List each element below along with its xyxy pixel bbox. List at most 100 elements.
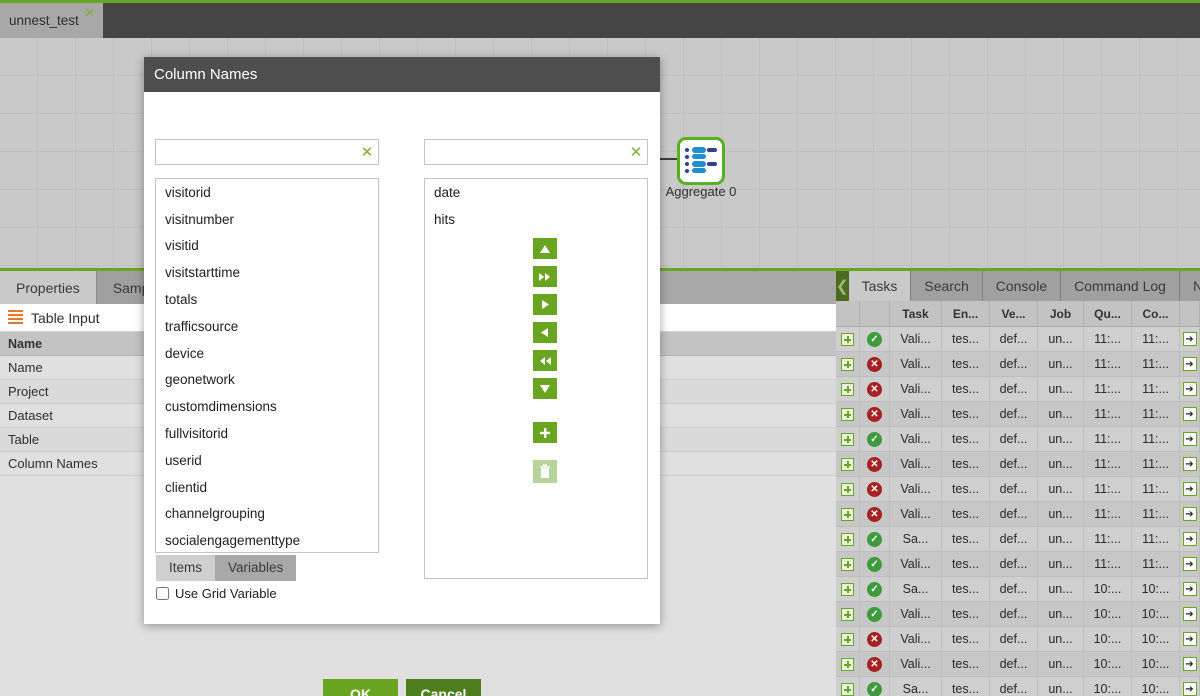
cell-action[interactable]: ➔ xyxy=(1180,452,1200,476)
canvas-node-aggregate[interactable] xyxy=(677,137,725,185)
cell-expand[interactable] xyxy=(836,402,860,426)
cell-expand[interactable] xyxy=(836,677,860,696)
available-search-input[interactable] xyxy=(156,140,356,164)
cell-expand[interactable] xyxy=(836,602,860,626)
go-to-task-icon[interactable]: ➔ xyxy=(1182,632,1197,646)
list-item[interactable]: totals xyxy=(156,286,378,313)
move-right-icon[interactable] xyxy=(533,294,557,315)
expand-row-icon[interactable] xyxy=(841,357,854,371)
document-tab-unnest-test[interactable]: unnest_test ✕ xyxy=(0,3,103,38)
cell-action[interactable]: ➔ xyxy=(1180,652,1200,676)
cell-action[interactable]: ➔ xyxy=(1180,602,1200,626)
cell-expand[interactable] xyxy=(836,352,860,376)
close-icon[interactable]: ✕ xyxy=(84,6,95,19)
use-grid-variable-checkbox[interactable] xyxy=(156,587,169,600)
cell-action[interactable]: ➔ xyxy=(1180,552,1200,576)
tab-command-log[interactable]: Command Log xyxy=(1061,271,1180,301)
tab-notices[interactable]: No xyxy=(1179,271,1200,301)
cell-action[interactable]: ➔ xyxy=(1180,502,1200,526)
cell-expand[interactable] xyxy=(836,327,860,351)
column-header-job[interactable]: Job xyxy=(1038,301,1084,326)
tab-console[interactable]: Console xyxy=(982,271,1062,301)
table-row[interactable]: ✕ Vali... tes... def... un... 11:... 11:... ➔ xyxy=(836,352,1200,377)
cell-expand[interactable] xyxy=(836,452,860,476)
tab-search[interactable]: Search xyxy=(911,271,983,301)
cell-action[interactable]: ➔ xyxy=(1180,627,1200,651)
column-header-task[interactable]: Task xyxy=(890,301,942,326)
list-item[interactable]: device xyxy=(156,340,378,367)
expand-row-icon[interactable] xyxy=(841,682,854,696)
cell-action[interactable]: ➔ xyxy=(1180,327,1200,351)
table-row[interactable]: ✓ Vali... tes... def... un... 11:... 11:... ➔ xyxy=(836,427,1200,452)
cell-action[interactable]: ➔ xyxy=(1180,352,1200,376)
table-row[interactable]: ✕ Vali... tes... def... un... 11:... 11:... ➔ xyxy=(836,452,1200,477)
list-item[interactable]: geonetwork xyxy=(156,367,378,394)
cell-expand[interactable] xyxy=(836,627,860,651)
table-row[interactable]: ✕ Vali... tes... def... un... 11:... 11:... ➔ xyxy=(836,402,1200,427)
cell-expand[interactable] xyxy=(836,377,860,401)
cell-expand[interactable] xyxy=(836,652,860,676)
cell-action[interactable]: ➔ xyxy=(1180,677,1200,696)
table-row[interactable]: ✓ Vali... tes... def... un... 11:... 11:... ➔ xyxy=(836,327,1200,352)
expand-row-icon[interactable] xyxy=(841,482,854,496)
clear-icon[interactable]: ✕ xyxy=(625,143,647,161)
cell-expand[interactable] xyxy=(836,427,860,451)
cell-action[interactable]: ➔ xyxy=(1180,577,1200,601)
go-to-task-icon[interactable]: ➔ xyxy=(1182,382,1197,396)
go-to-task-icon[interactable]: ➔ xyxy=(1182,657,1197,671)
cell-action[interactable]: ➔ xyxy=(1180,527,1200,551)
add-item-button[interactable] xyxy=(533,422,557,443)
list-item[interactable]: channelgrouping xyxy=(156,501,378,528)
use-grid-variable-row[interactable]: Use Grid Variable xyxy=(156,586,277,601)
tab-properties[interactable]: Properties xyxy=(0,271,97,304)
expand-row-icon[interactable] xyxy=(841,507,854,521)
cancel-button[interactable]: Cancel xyxy=(406,679,481,696)
table-row[interactable]: ✓ Sa... tes... def... un... 10:... 10:... ➔ xyxy=(836,677,1200,696)
go-to-task-icon[interactable]: ➔ xyxy=(1182,607,1197,621)
go-to-task-icon[interactable]: ➔ xyxy=(1182,407,1197,421)
list-item[interactable]: visitstarttime xyxy=(156,259,378,286)
table-row[interactable]: ✕ Vali... tes... def... un... 11:... 11:... ➔ xyxy=(836,477,1200,502)
tab-tasks[interactable]: Tasks xyxy=(848,271,912,301)
move-left-icon[interactable] xyxy=(533,322,557,343)
list-item[interactable]: visitid xyxy=(156,233,378,260)
cell-action[interactable]: ➔ xyxy=(1180,427,1200,451)
selected-search-input[interactable] xyxy=(425,140,625,164)
go-to-task-icon[interactable]: ➔ xyxy=(1182,682,1197,696)
list-item[interactable]: trafficsource xyxy=(156,313,378,340)
expand-row-icon[interactable] xyxy=(841,457,854,471)
go-to-task-icon[interactable]: ➔ xyxy=(1182,432,1197,446)
expand-row-icon[interactable] xyxy=(841,432,854,446)
cell-action[interactable]: ➔ xyxy=(1180,477,1200,501)
table-row[interactable]: ✓ Vali... tes... def... un... 11:... 11:... ➔ xyxy=(836,552,1200,577)
cell-expand[interactable] xyxy=(836,502,860,526)
go-to-task-icon[interactable]: ➔ xyxy=(1182,532,1197,546)
table-row[interactable]: ✓ Sa... tes... def... un... 11:... 11:... ➔ xyxy=(836,527,1200,552)
expand-row-icon[interactable] xyxy=(841,382,854,396)
list-item[interactable]: socialengagementtype xyxy=(156,527,378,552)
table-row[interactable]: ✓ Sa... tes... def... un... 10:... 10:... ➔ xyxy=(836,577,1200,602)
column-header-completed[interactable]: Co... xyxy=(1132,301,1180,326)
go-to-task-icon[interactable]: ➔ xyxy=(1182,457,1197,471)
cell-expand[interactable] xyxy=(836,527,860,551)
column-header-version[interactable]: Ve... xyxy=(990,301,1038,326)
table-row[interactable]: ✕ Vali... tes... def... un... 10:... 10:... ➔ xyxy=(836,652,1200,677)
move-up-icon[interactable] xyxy=(533,238,557,259)
expand-row-icon[interactable] xyxy=(841,582,854,596)
cell-expand[interactable] xyxy=(836,552,860,576)
cell-expand[interactable] xyxy=(836,577,860,601)
chevron-left-icon[interactable]: ❮ xyxy=(836,271,849,301)
cell-expand[interactable] xyxy=(836,477,860,501)
list-item[interactable]: clientid xyxy=(156,474,378,501)
table-row[interactable]: ✕ Vali... tes... def... un... 11:... 11:... ➔ xyxy=(836,377,1200,402)
table-row[interactable]: ✕ Vali... tes... def... un... 10:... 10:... ➔ xyxy=(836,627,1200,652)
go-to-task-icon[interactable]: ➔ xyxy=(1182,332,1197,346)
go-to-task-icon[interactable]: ➔ xyxy=(1182,357,1197,371)
list-item[interactable]: date xyxy=(425,179,647,206)
list-item[interactable]: hits xyxy=(425,206,647,233)
list-item[interactable]: customdimensions xyxy=(156,393,378,420)
expand-row-icon[interactable] xyxy=(841,607,854,621)
tab-variables[interactable]: Variables xyxy=(215,555,297,581)
list-item[interactable]: fullvisitorid xyxy=(156,420,378,447)
list-item[interactable]: visitnumber xyxy=(156,206,378,233)
